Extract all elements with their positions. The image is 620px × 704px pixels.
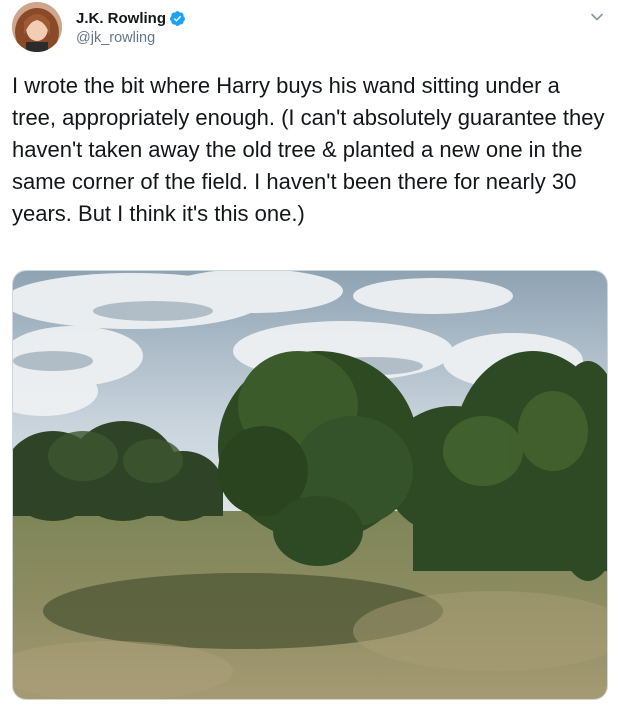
author-names: J.K. Rowling @jk_rowling	[76, 8, 186, 46]
tweet-header: J.K. Rowling @jk_rowling	[12, 2, 608, 54]
tweet-card: J.K. Rowling @jk_rowling I wrote the bit…	[0, 0, 620, 704]
display-name-row: J.K. Rowling	[76, 8, 186, 28]
chevron-down-icon[interactable]	[590, 10, 604, 24]
avatar[interactable]	[12, 2, 62, 52]
verified-badge-icon	[170, 10, 185, 26]
author-handle[interactable]: @jk_rowling	[76, 30, 186, 46]
author-display-name[interactable]: J.K. Rowling	[76, 10, 166, 27]
tweet-text: I wrote the bit where Harry buys his wan…	[12, 73, 611, 226]
tree-field-photo	[13, 271, 607, 699]
tweet-photo[interactable]	[12, 270, 608, 700]
